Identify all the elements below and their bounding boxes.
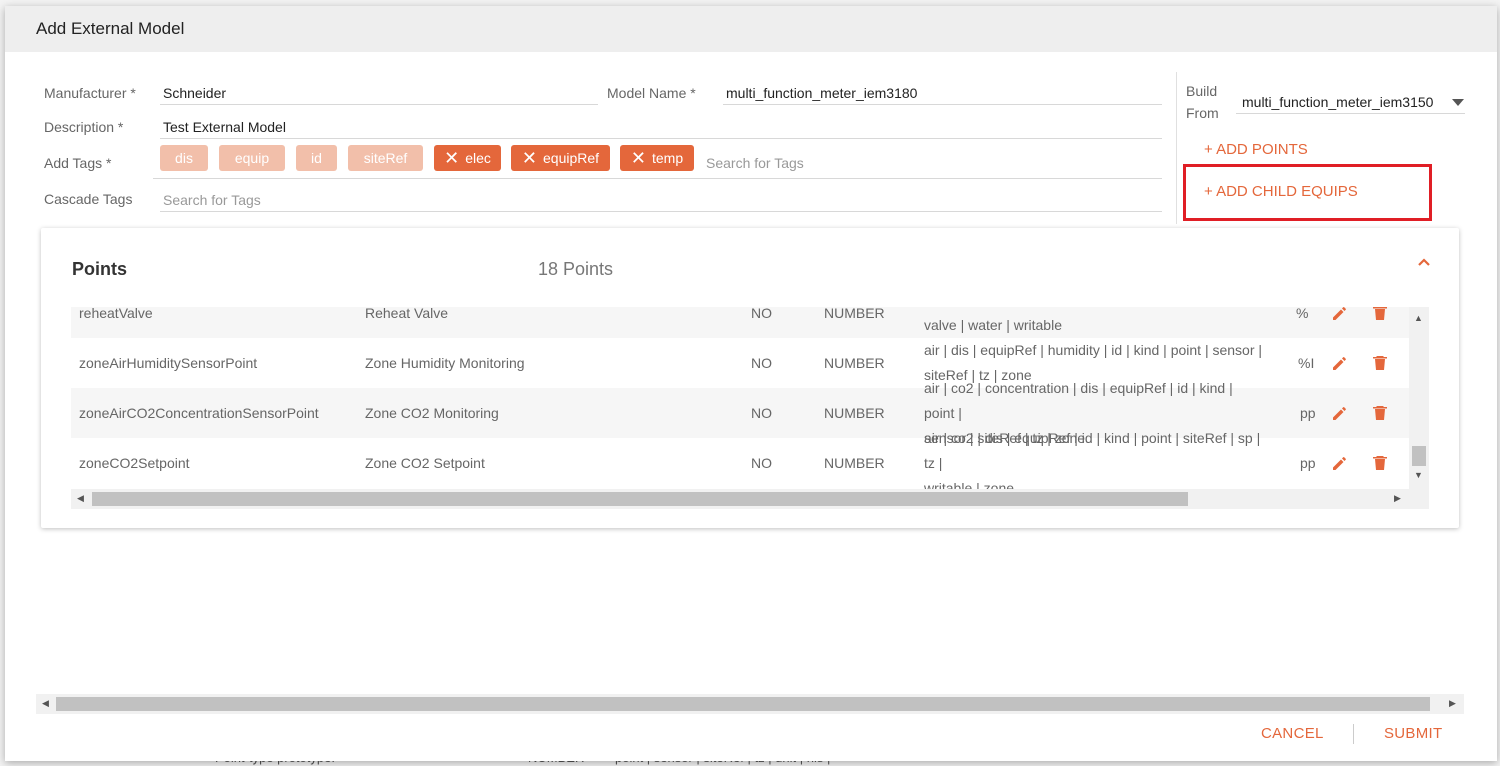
point-unit: %I: [1298, 355, 1315, 371]
points-count: 18 Points: [538, 259, 614, 279]
tag-elec[interactable]: ✕ elec: [434, 145, 501, 171]
point-name: zoneAirHumiditySensorPoint: [79, 355, 258, 371]
point-bool: NO: [751, 455, 772, 471]
description-input[interactable]: Test External Model: [160, 119, 1162, 139]
close-icon[interactable]: ✕: [522, 149, 537, 167]
tag-label: siteRef: [363, 150, 408, 166]
scroll-left-arrow-icon[interactable]: ◀: [77, 493, 84, 504]
point-tags-line: valve | water | writable: [924, 317, 1062, 333]
tag-equipref[interactable]: ✕ equipRef: [511, 145, 610, 171]
vertical-divider: [1176, 72, 1177, 224]
pencil-icon[interactable]: [1331, 354, 1349, 372]
dialog-header: Add External Model: [5, 6, 1497, 52]
points-title: Points: [72, 259, 128, 279]
build-from-label: From: [1186, 105, 1219, 121]
point-tags-line: air | dis | equipRef | humidity | id | k…: [924, 342, 1263, 358]
model-name-label: Model Name *: [607, 85, 696, 101]
point-kind: NUMBER: [824, 355, 885, 371]
chevron-up-icon[interactable]: [1414, 252, 1434, 272]
add-points-button[interactable]: + ADD POINTS: [1204, 141, 1308, 158]
trash-icon[interactable]: [1371, 454, 1389, 472]
point-unit: %: [1296, 307, 1309, 321]
point-unit: pp: [1300, 455, 1316, 471]
manufacturer-input[interactable]: Schneider: [160, 85, 598, 105]
pencil-icon[interactable]: [1331, 454, 1349, 472]
dialog-title: Add External Model: [36, 19, 185, 38]
build-from-label: Build: [1186, 83, 1218, 99]
point-display-name: Reheat Valve: [365, 307, 449, 321]
point-name: reheatValve: [79, 307, 153, 321]
scroll-right-arrow-icon[interactable]: ▶: [1394, 493, 1401, 504]
tag-label: temp: [651, 150, 684, 166]
point-bool: NO: [751, 355, 772, 371]
point-display-name: Zone CO2 Setpoint: [365, 455, 485, 471]
point-kind: NUMBER: [824, 405, 885, 421]
point-tags: valve | water | writable: [924, 307, 1264, 338]
point-display-name: Zone Humidity Monitoring: [365, 355, 525, 371]
point-name: zoneCO2Setpoint: [79, 455, 190, 471]
tag-equip[interactable]: equip: [219, 145, 285, 171]
point-kind: NUMBER: [824, 307, 885, 321]
tag-siteref[interactable]: siteRef: [348, 145, 423, 171]
dialog-horizontal-scrollbar[interactable]: ◀ ▶: [36, 694, 1464, 714]
footer-divider: [1353, 724, 1354, 744]
trash-icon[interactable]: [1371, 404, 1389, 422]
close-icon[interactable]: ✕: [631, 149, 646, 167]
add-tags-label: Add Tags *: [44, 155, 112, 171]
cascade-tags-input[interactable]: Search for Tags: [160, 192, 1162, 212]
tag-id[interactable]: id: [296, 145, 337, 171]
add-external-model-dialog: Add External Model Manufacturer * Schnei…: [5, 6, 1497, 761]
pencil-icon[interactable]: [1331, 404, 1349, 422]
point-tags-line: writable | zone: [924, 479, 1015, 490]
chevron-down-icon[interactable]: [1452, 99, 1464, 107]
model-name-input[interactable]: multi_function_meter_iem3180: [723, 85, 1162, 105]
manufacturer-label: Manufacturer *: [44, 85, 136, 101]
tag-label: equip: [234, 150, 270, 166]
point-unit: pp: [1300, 405, 1316, 421]
point-name: zoneAirCO2ConcentrationSensorPoint: [79, 405, 319, 421]
point-tags-line: air | co2 | dis | equipRef | id | kind |…: [924, 429, 1261, 471]
tag-label: id: [311, 150, 322, 166]
description-label: Description *: [44, 119, 124, 135]
scroll-right-arrow-icon[interactable]: ▶: [1449, 698, 1456, 709]
trash-icon[interactable]: [1371, 307, 1389, 322]
add-child-equips-button[interactable]: + ADD CHILD EQUIPS: [1204, 183, 1358, 200]
scrollbar-thumb[interactable]: [92, 492, 1188, 506]
submit-button[interactable]: SUBMIT: [1384, 725, 1442, 742]
tag-dis[interactable]: dis: [160, 145, 208, 171]
scroll-up-arrow-icon[interactable]: ▲: [1414, 313, 1423, 323]
points-table: reheatValve Reheat Valve NO NUMBER valve…: [71, 307, 1429, 489]
table-row[interactable]: reheatValve Reheat Valve NO NUMBER valve…: [71, 307, 1409, 338]
scrollbar-thumb[interactable]: [1412, 446, 1426, 466]
pencil-icon[interactable]: [1331, 307, 1349, 322]
scroll-left-arrow-icon[interactable]: ◀: [42, 698, 49, 709]
tags-search-input[interactable]: Search for Tags: [706, 155, 804, 171]
cascade-tags-label: Cascade Tags: [44, 191, 133, 207]
table-row[interactable]: zoneCO2Setpoint Zone CO2 Setpoint NO NUM…: [71, 430, 1409, 490]
tag-label: dis: [175, 150, 193, 166]
point-kind: NUMBER: [824, 455, 885, 471]
tag-label: elec: [465, 150, 491, 166]
close-icon[interactable]: ✕: [444, 149, 459, 167]
points-panel: Points 18 Points reheatValve Reheat Valv…: [41, 228, 1459, 528]
tags-underline: [153, 178, 1162, 179]
point-bool: NO: [751, 405, 772, 421]
vertical-scrollbar[interactable]: ▲ ▼: [1409, 307, 1429, 489]
tag-temp[interactable]: ✕ temp: [620, 145, 694, 171]
point-display-name: Zone CO2 Monitoring: [365, 405, 499, 421]
point-bool: NO: [751, 307, 772, 321]
build-from-value: multi_function_meter_iem3150: [1242, 94, 1434, 110]
point-tags-line: air | co2 | concentration | dis | equipR…: [924, 379, 1233, 421]
trash-icon[interactable]: [1371, 354, 1389, 372]
tag-label: equipRef: [543, 150, 600, 166]
scroll-down-arrow-icon[interactable]: ▼: [1414, 470, 1423, 480]
scrollbar-thumb[interactable]: [56, 697, 1430, 711]
point-tags: air | co2 | dis | equipRef | id | kind |…: [924, 430, 1264, 490]
build-from-select[interactable]: multi_function_meter_iem3150: [1236, 94, 1465, 114]
horizontal-scrollbar[interactable]: ◀ ▶: [71, 489, 1429, 509]
cancel-button[interactable]: CANCEL: [1261, 725, 1324, 742]
